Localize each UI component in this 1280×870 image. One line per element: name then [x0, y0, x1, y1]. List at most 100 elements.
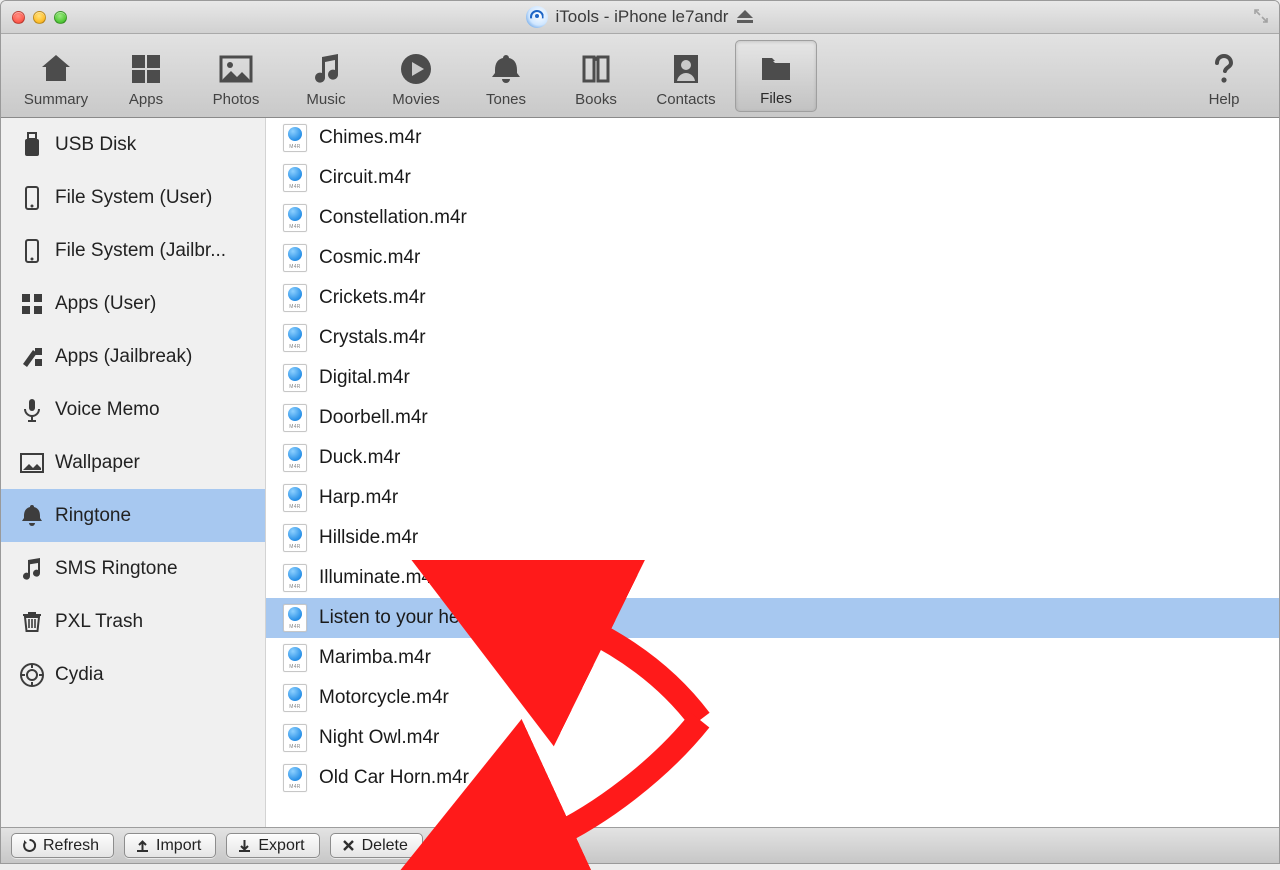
device-icon — [19, 185, 45, 211]
sidebar-item-wallpaper[interactable]: Wallpaper — [1, 436, 265, 489]
toolbar-files[interactable]: Files — [735, 40, 817, 112]
ringtone-file-icon — [283, 484, 307, 512]
sidebar-item-usb-disk[interactable]: USB Disk — [1, 118, 265, 171]
toolbar-books-label: Books — [575, 91, 617, 108]
file-row[interactable]: Circuit.m4r — [266, 158, 1279, 198]
file-name: Duck.m4r — [319, 447, 400, 469]
window-title-text: iTools - iPhone le7andr — [556, 7, 729, 27]
zoom-window-button[interactable] — [54, 11, 67, 24]
import-button[interactable]: Import — [124, 833, 216, 858]
sidebar-label: File System (User) — [55, 187, 251, 209]
toolbar-summary[interactable]: Summary — [15, 40, 97, 112]
ringtone-file-icon — [283, 204, 307, 232]
bottom-toolbar: Refresh Import Export Delete — [1, 827, 1279, 863]
delete-label: Delete — [362, 837, 408, 855]
file-list[interactable]: Chimes.m4r Circuit.m4rConstellation.m4rCo… — [266, 118, 1279, 827]
sidebar-label: Apps (User) — [55, 293, 251, 315]
sidebar-label: Apps (Jailbreak) — [55, 346, 251, 368]
toolbar-tones[interactable]: Tones — [465, 40, 547, 112]
toolbar-contacts[interactable]: Contacts — [645, 40, 727, 112]
file-name: Crickets.m4r — [319, 287, 426, 309]
sidebar-label: File System (Jailbr... — [55, 240, 251, 262]
sidebar-item-apps-user[interactable]: Apps (User) — [1, 277, 265, 330]
import-icon — [135, 838, 150, 853]
sidebar-item-cydia[interactable]: Cydia — [1, 648, 265, 701]
file-row[interactable]: Duck.m4r — [266, 438, 1279, 478]
file-name: Digital.m4r — [319, 367, 410, 389]
ringtone-file-icon — [283, 604, 307, 632]
ringtone-file-icon — [283, 764, 307, 792]
file-row[interactable]: Chimes.m4r — [266, 118, 1279, 158]
file-name: Listen to your heart.m4r — [319, 607, 520, 629]
sidebar-item-voice-memo[interactable]: Voice Memo — [1, 383, 265, 436]
file-name: Motorcycle.m4r — [319, 687, 449, 709]
ringtone-file-icon — [283, 164, 307, 192]
sidebar-item-apps-jailbreak[interactable]: Apps (Jailbreak) — [1, 330, 265, 383]
sidebar-label: Wallpaper — [55, 452, 251, 474]
sidebar-label: Cydia — [55, 664, 251, 686]
book-icon — [578, 51, 614, 87]
delete-button[interactable]: Delete — [330, 833, 423, 858]
sidebar-item-sms-ringtone[interactable]: SMS Ringtone — [1, 542, 265, 595]
window-controls — [12, 11, 67, 24]
toolbar-photos[interactable]: Photos — [195, 40, 277, 112]
file-row[interactable]: Illuminate.m4r — [266, 558, 1279, 598]
ringtone-file-icon — [283, 364, 307, 392]
toolbar-help[interactable]: Help — [1183, 40, 1265, 112]
toolbar-tones-label: Tones — [486, 91, 526, 108]
music-note-icon — [308, 51, 344, 87]
file-row[interactable]: Crystals.m4r — [266, 318, 1279, 358]
file-row[interactable]: Marimba.m4r — [266, 638, 1279, 678]
sidebar-item-fs-jailbreak[interactable]: File System (Jailbr... — [1, 224, 265, 277]
main-toolbar: Summary Apps Photos Music Movies Tones B… — [1, 34, 1279, 118]
file-name: Chimes.m4r — [319, 127, 421, 149]
file-row[interactable]: Motorcycle.m4r — [266, 678, 1279, 718]
delete-icon — [341, 838, 356, 853]
toolbar-help-label: Help — [1209, 91, 1240, 108]
bell-icon — [19, 503, 45, 529]
toolbar-movies-label: Movies — [392, 91, 440, 108]
refresh-button[interactable]: Refresh — [11, 833, 114, 858]
sidebar-item-fs-user[interactable]: File System (User) — [1, 171, 265, 224]
ringtone-file-icon — [283, 244, 307, 272]
file-row[interactable]: Crickets.m4r — [266, 278, 1279, 318]
file-row[interactable]: Harp.m4r — [266, 478, 1279, 518]
ringtone-file-icon — [283, 324, 307, 352]
file-row[interactable]: Constellation.m4r — [266, 198, 1279, 238]
ringtone-file-icon — [283, 404, 307, 432]
toolbar-movies[interactable]: Movies — [375, 40, 457, 112]
close-window-button[interactable] — [12, 11, 25, 24]
sidebar-item-ringtone[interactable]: Ringtone — [1, 489, 265, 542]
file-row[interactable]: Listen to your heart.m4r — [266, 598, 1279, 638]
file-row[interactable]: Cosmic.m4r — [266, 238, 1279, 278]
file-row[interactable]: Night Owl.m4r — [266, 718, 1279, 758]
file-name: Marimba.m4r — [319, 647, 431, 669]
refresh-label: Refresh — [43, 837, 99, 855]
fullscreen-icon[interactable] — [1253, 8, 1269, 24]
export-icon — [237, 838, 252, 853]
apps-jb-icon — [19, 344, 45, 370]
ringtone-file-icon — [283, 724, 307, 752]
sidebar: USB Disk File System (User) File System … — [1, 118, 266, 827]
toolbar-books[interactable]: Books — [555, 40, 637, 112]
apps-grid-icon — [128, 51, 164, 87]
sidebar-label: Voice Memo — [55, 399, 251, 421]
minimize-window-button[interactable] — [33, 11, 46, 24]
file-row[interactable]: Doorbell.m4r — [266, 398, 1279, 438]
help-icon — [1206, 51, 1242, 87]
trash-icon — [19, 609, 45, 635]
toolbar-apps[interactable]: Apps — [105, 40, 187, 112]
file-row[interactable]: Old Car Horn.m4r — [266, 758, 1279, 798]
toolbar-files-label: Files — [760, 90, 792, 107]
file-name: Old Car Horn.m4r — [319, 767, 469, 789]
app-window: iTools - iPhone le7andr Summary Apps Pho… — [0, 0, 1280, 864]
home-icon — [38, 51, 74, 87]
export-button[interactable]: Export — [226, 833, 319, 858]
app-logo-icon — [526, 6, 548, 28]
file-row[interactable]: Hillside.m4r — [266, 518, 1279, 558]
toolbar-photos-label: Photos — [213, 91, 260, 108]
content-area: USB Disk File System (User) File System … — [1, 118, 1279, 827]
sidebar-item-pxl-trash[interactable]: PXL Trash — [1, 595, 265, 648]
file-row[interactable]: Digital.m4r — [266, 358, 1279, 398]
toolbar-music[interactable]: Music — [285, 40, 367, 112]
